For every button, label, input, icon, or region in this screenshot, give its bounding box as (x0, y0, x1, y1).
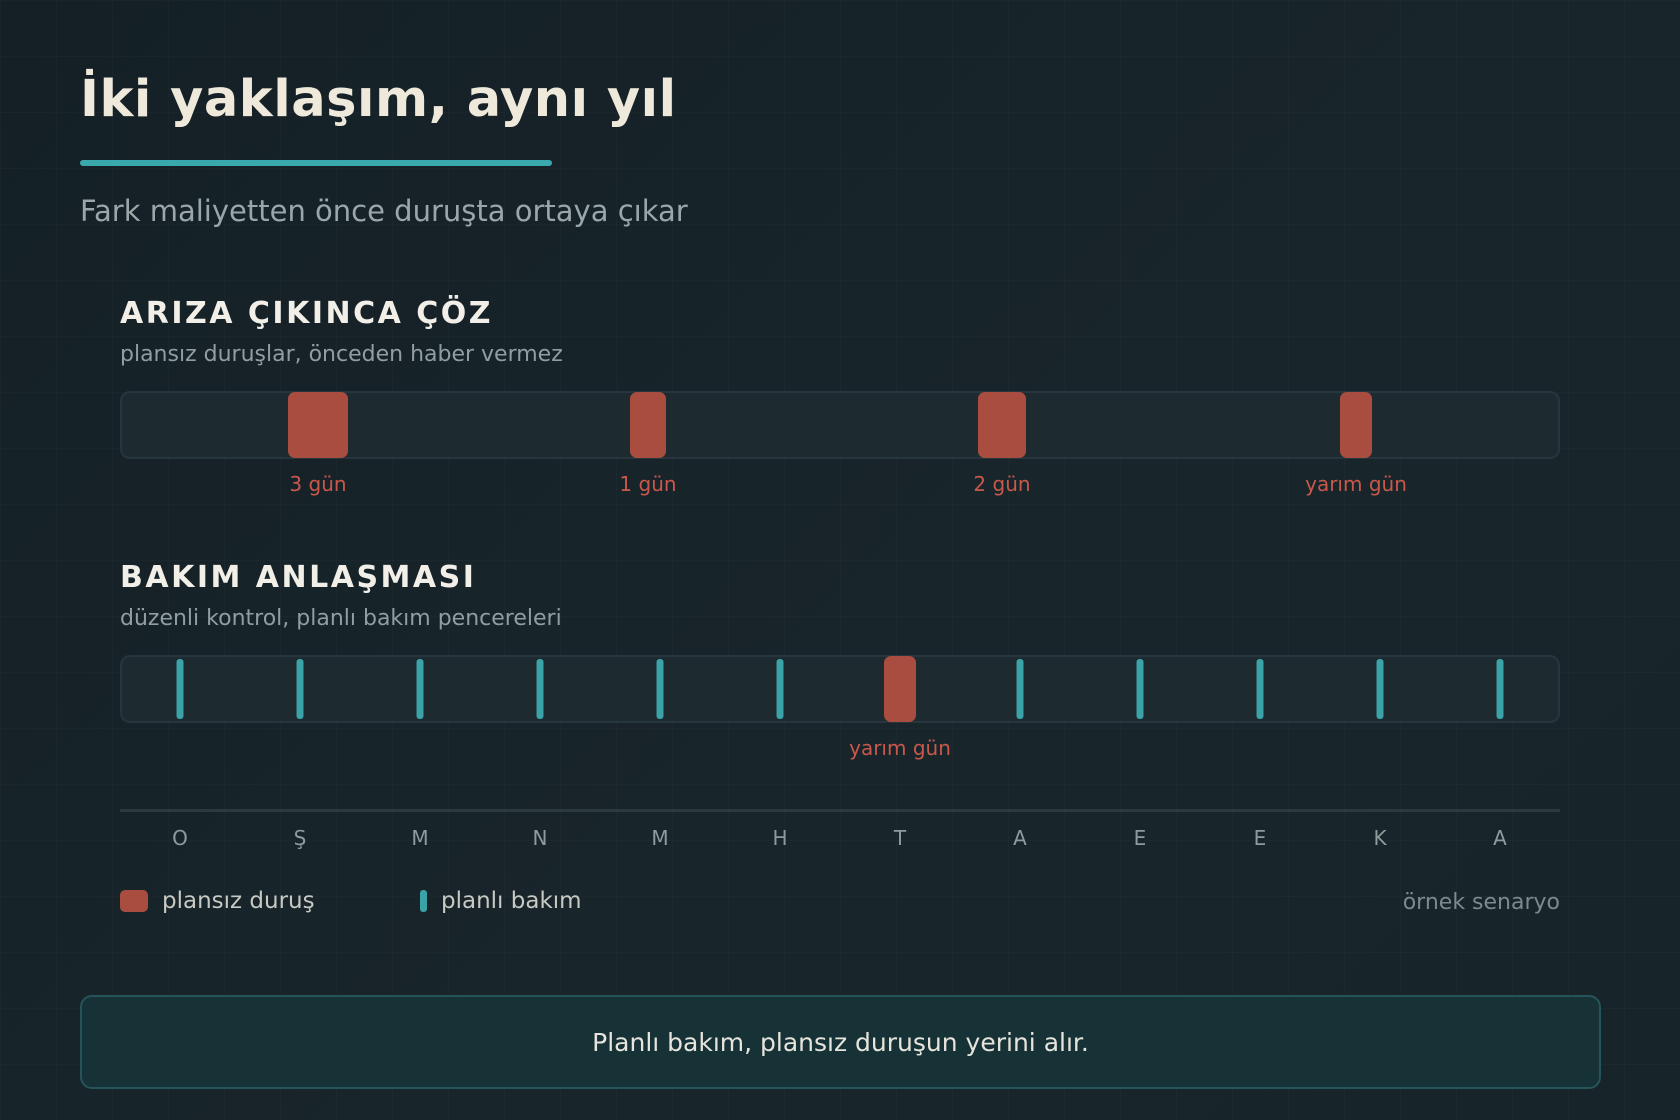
maintenance-tick-0 (176, 659, 184, 719)
row-reactive-marks: 3 gün 1 gün 2 gün yarım gün (288, 392, 1407, 496)
downtime-label-0: yarım gün (849, 736, 951, 760)
row-maintenance-marks: yarım gün (176, 656, 1504, 760)
page-title: İki yaklaşım, aynı yıl (80, 70, 677, 129)
maintenance-tick-5 (776, 659, 784, 719)
maintenance-tick-8 (1256, 659, 1264, 719)
month-tick-label-9: E (1254, 826, 1267, 850)
month-axis-line (120, 809, 1560, 812)
downtime-label-1: 1 gün (619, 472, 676, 496)
month-tick-label-10: K (1373, 826, 1387, 850)
row-maintenance-subtitle: düzenli kontrol, planlı bakım pencereler… (120, 606, 562, 631)
title-underline (80, 160, 552, 166)
callout-text: Planlı bakım, plansız duruşun yerini alı… (592, 1027, 1089, 1057)
row-maintenance-title: BAKIM ANLAŞMASI (120, 560, 477, 595)
maintenance-tick-2 (416, 659, 424, 719)
legend-downtime-label: plansız duruş (162, 888, 315, 914)
month-tick-label-7: A (1013, 826, 1027, 850)
downtime-block-1 (630, 392, 666, 458)
legend-maintenance-label: planlı bakım (441, 888, 582, 914)
maintenance-swatch-icon (420, 890, 427, 912)
month-tick-label-2: M (411, 826, 428, 850)
maintenance-tick-7 (1136, 659, 1144, 719)
month-tick-label-11: A (1493, 826, 1507, 850)
legend-downtime: plansız duruş (120, 888, 315, 914)
page-subtitle: Fark maliyetten önce duruşta ortaya çıka… (80, 194, 688, 228)
maintenance-tick-10 (1496, 659, 1504, 719)
downtime-label-3: yarım gün (1305, 472, 1407, 496)
maintenance-tick-6 (1016, 659, 1024, 719)
downtime-block-2 (978, 392, 1026, 458)
month-tick-label-1: Ş (294, 826, 307, 850)
downtime-label-0: 3 gün (289, 472, 346, 496)
row-reactive-subtitle: plansız duruşlar, önceden haber vermez (120, 342, 563, 367)
legend-maintenance: planlı bakım (410, 888, 582, 914)
downtime-label-2: 2 gün (973, 472, 1030, 496)
downtime-swatch-icon (120, 890, 148, 912)
maintenance-tick-3 (536, 659, 544, 719)
downtime-block-0 (884, 656, 916, 722)
scenario-note: örnek senaryo (1402, 890, 1560, 915)
slide: İki yaklaşım, aynı yıl Fark maliyetten ö… (80, 0, 1601, 1120)
month-tick-label-6: T (893, 826, 907, 850)
maintenance-tick-9 (1376, 659, 1384, 719)
downtime-block-3 (1340, 392, 1372, 458)
month-tick-label-5: H (772, 826, 787, 850)
callout-box: Planlı bakım, plansız duruşun yerini alı… (80, 995, 1601, 1089)
row-reactive-title: ARIZA ÇIKINCA ÇÖZ (120, 296, 494, 331)
month-tick-label-8: E (1134, 826, 1147, 850)
month-tick-label-3: N (533, 826, 548, 850)
month-tick-label-0: O (172, 826, 188, 850)
maintenance-tick-1 (296, 659, 304, 719)
month-tick-label-4: M (651, 826, 668, 850)
maintenance-tick-4 (656, 659, 664, 719)
month-axis: OŞMNMHTAEEKA (172, 826, 1507, 850)
downtime-block-0 (288, 392, 348, 458)
